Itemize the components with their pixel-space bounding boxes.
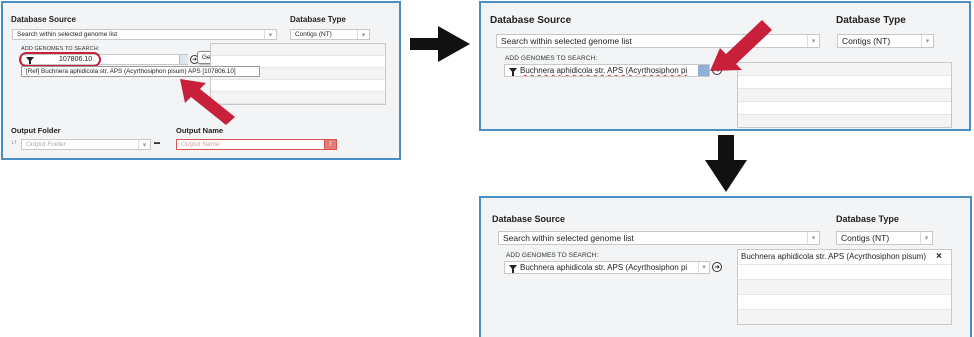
arrow-right-icon [410, 26, 470, 62]
red-pointer-arrow-icon [180, 79, 235, 125]
arrow-down-icon [705, 135, 747, 192]
red-pointer-arrow-icon [710, 20, 772, 71]
annotation-arrows [180, 20, 772, 192]
tutorial-composite: Database Source Database Type Search wit… [0, 0, 974, 337]
